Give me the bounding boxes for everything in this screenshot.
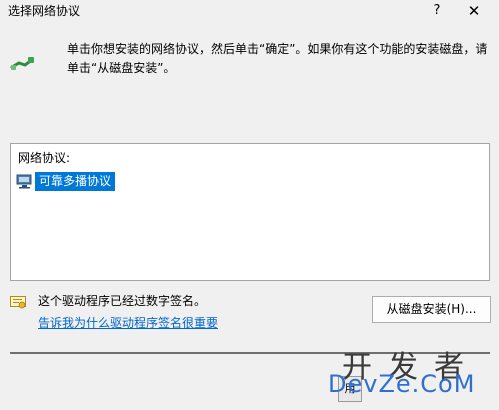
certificate-icon — [10, 296, 26, 309]
divider — [10, 352, 490, 354]
protocol-list[interactable]: 网络协议: 可靠多播协议 — [10, 143, 490, 281]
driver-signing-link[interactable]: 告诉我为什么驱动程序签名很重要 — [38, 314, 218, 331]
help-button[interactable]: ? — [424, 1, 450, 21]
instruction-text: 单击你想安装的网络协议，然后单击“确定”。如果你有这个功能的安装磁盘，请单击“从… — [67, 42, 488, 75]
network-protocol-icon — [10, 57, 34, 70]
watermark-top: 开发者 — [342, 350, 480, 385]
close-button[interactable]: ✕ — [456, 1, 492, 21]
title-bar: 选择网络协议 ? ✕ — [0, 0, 499, 22]
list-item-label: 可靠多播协议 — [35, 171, 116, 191]
list-item[interactable]: 可靠多播协议 — [16, 171, 116, 191]
ok-button[interactable]: 用 — [338, 376, 362, 402]
window-title: 选择网络协议 — [8, 4, 81, 18]
network-component-icon — [16, 174, 32, 188]
list-header: 网络协议: — [18, 151, 71, 165]
have-disk-button[interactable]: 从磁盘安装(H)... — [372, 296, 491, 323]
signature-status: 这个驱动程序已经过数字签名。 — [38, 294, 207, 308]
